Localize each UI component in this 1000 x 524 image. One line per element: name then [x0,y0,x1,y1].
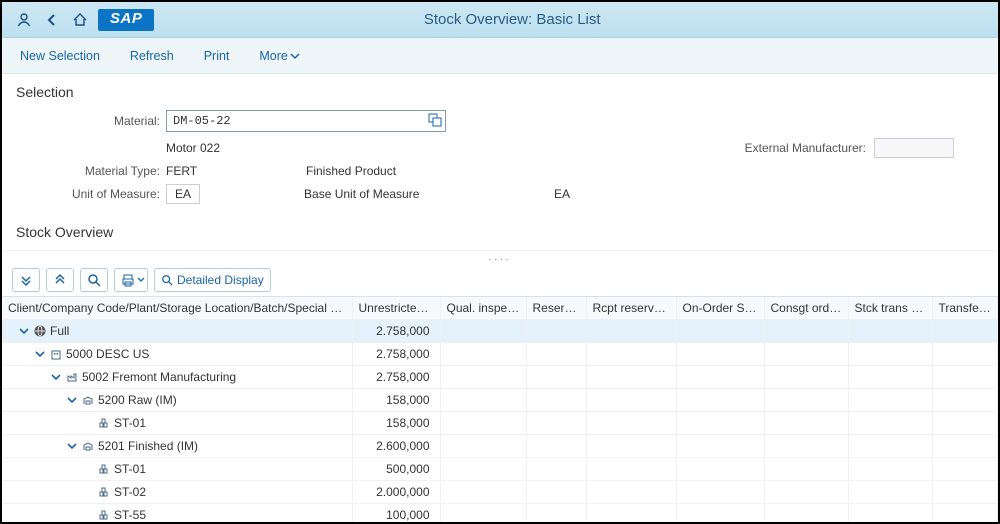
table-row[interactable]: 5000 DESC US 2.758,000 [2,343,998,366]
table-toolbar: Detailed Display [2,264,998,296]
tree-label: 5000 DESC US [66,347,149,361]
cell-unrestricted: 2.758,000 [352,343,440,366]
more-menu[interactable]: More [259,49,299,63]
tree-label: Full [50,324,69,338]
table-row[interactable]: 5201 Finished (IM) 2.600,000 [2,435,998,458]
stock-overview-title: Stock Overview [16,224,984,240]
back-button[interactable] [38,8,66,32]
cell-unrestricted: 2.000,000 [352,481,440,504]
table-row[interactable]: Full 2.758,000 [2,320,998,343]
expander-bar[interactable]: .... [2,250,998,264]
material-description: Motor 022 [166,141,220,155]
col-stck-plnt[interactable]: Stck trans (plnt) [848,297,932,320]
print-button[interactable]: Print [204,49,230,63]
page-title: Stock Overview: Basic List [154,11,870,28]
table-row[interactable]: 5002 Fremont Manufacturing 2.758,000 [2,366,998,389]
expand-toggle[interactable] [66,441,78,451]
expand-toggle[interactable] [50,372,62,382]
table-header-row: Client/Company Code/Plant/Storage Locati… [2,297,998,320]
sap-logo: SAP [98,9,154,31]
uom-value[interactable]: EA [166,184,200,204]
company-icon [50,348,62,360]
table-row[interactable]: ST-01 158,000 [2,412,998,435]
uom-label: Unit of Measure: [16,187,166,201]
col-qual[interactable]: Qual. inspection [440,297,526,320]
tree-label: ST-02 [114,485,146,499]
tree-label: 5201 Finished (IM) [98,439,198,453]
tree-label: ST-55 [114,508,146,522]
user-icon[interactable] [10,8,38,32]
col-on-order[interactable]: On-Order Stock [676,297,764,320]
expand-toggle[interactable] [66,395,78,405]
shell-header: SAP Stock Overview: Basic List [2,2,998,38]
cell-unrestricted: 158,000 [352,389,440,412]
tree-label: ST-01 [114,416,146,430]
base-uom-label: Base Unit of Measure [304,187,554,201]
refresh-button[interactable]: Refresh [130,49,174,63]
material-type-label: Material Type: [16,164,166,178]
expand-toggle[interactable] [34,349,46,359]
plant-icon [66,371,78,383]
cell-unrestricted: 500,000 [352,458,440,481]
expand-toggle[interactable] [18,326,30,336]
value-help-icon[interactable] [428,113,442,130]
tree-label: 5200 Raw (IM) [98,393,177,407]
app-toolbar: New Selection Refresh Print More [2,38,998,74]
material-label: Material: [16,114,166,128]
cell-unrestricted: 158,000 [352,412,440,435]
ext-manufacturer-label: External Manufacturer: [745,141,866,155]
cell-unrestricted: 100,000 [352,504,440,524]
storage-icon [82,440,94,452]
home-button[interactable] [66,8,94,32]
ext-manufacturer-field[interactable] [874,138,954,158]
material-type-value: FERT [166,164,286,178]
base-uom-value: EA [554,187,570,201]
batch-icon [98,463,110,475]
print-preview-button[interactable] [114,268,148,292]
new-selection-button[interactable]: New Selection [20,49,100,63]
table-row[interactable]: 5200 Raw (IM) 158,000 [2,389,998,412]
more-label: More [259,49,287,63]
col-rcpt[interactable]: Rcpt reservation [586,297,676,320]
col-transfer-sloc[interactable]: Transfer (SLoc) [932,297,998,320]
col-hierarchy[interactable]: Client/Company Code/Plant/Storage Locati… [2,297,352,320]
cell-unrestricted: 2.758,000 [352,366,440,389]
cell-unrestricted: 2.758,000 [352,320,440,343]
col-unrestricted[interactable]: Unrestricted use [352,297,440,320]
cell-unrestricted: 2.600,000 [352,435,440,458]
table-row[interactable]: ST-01 500,000 [2,458,998,481]
detailed-display-button[interactable]: Detailed Display [154,268,271,292]
batch-icon [98,486,110,498]
stock-table: Client/Company Code/Plant/Storage Locati… [2,297,998,524]
collapse-all-button[interactable] [46,268,74,292]
storage-icon [82,394,94,406]
table-row[interactable]: ST-02 2.000,000 [2,481,998,504]
selection-title: Selection [16,84,984,100]
find-button[interactable] [80,268,108,292]
table-row[interactable]: ST-55 100,000 [2,504,998,524]
expand-all-button[interactable] [12,268,40,292]
material-type-desc: Finished Product [306,164,446,178]
col-consgt[interactable]: Consgt ordered [764,297,848,320]
world-icon [34,325,46,337]
tree-label: ST-01 [114,462,146,476]
material-input[interactable] [166,110,446,132]
tree-label: 5002 Fremont Manufacturing [82,370,236,384]
batch-icon [98,509,110,521]
detailed-display-label: Detailed Display [177,273,264,287]
batch-icon [98,417,110,429]
col-reserved[interactable]: Reserved [526,297,586,320]
